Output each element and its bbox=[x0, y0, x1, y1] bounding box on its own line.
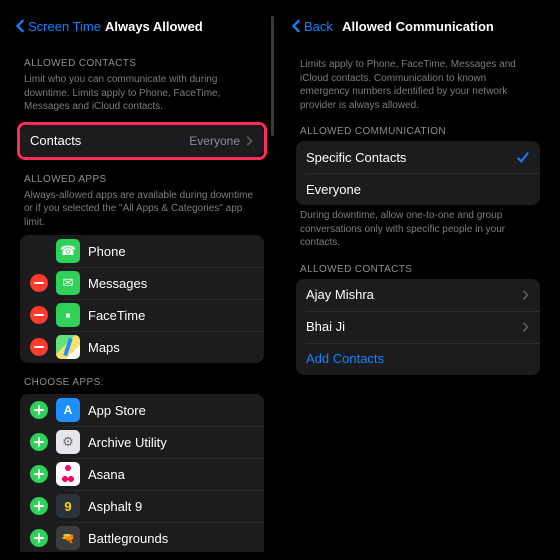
section-header-allowed-contacts: ALLOWED CONTACTS bbox=[300, 264, 536, 275]
nav-bar: Back Allowed Communication bbox=[284, 8, 552, 44]
allowed-apps-list: Phone Messages FaceTime Maps bbox=[20, 235, 264, 363]
add-icon[interactable] bbox=[30, 465, 48, 483]
allowed-contacts-list: Ajay Mishra Bhai Ji Add Contacts bbox=[296, 279, 540, 375]
app-label: Battlegrounds bbox=[88, 531, 254, 546]
option-label: Everyone bbox=[306, 182, 530, 197]
add-contacts-button[interactable]: Add Contacts bbox=[296, 343, 540, 375]
chevron-right-icon bbox=[244, 136, 254, 146]
app-icon bbox=[56, 335, 80, 359]
back-button[interactable]: Back bbox=[290, 19, 333, 34]
app-label: Asphalt 9 bbox=[88, 499, 254, 514]
contact-name: Ajay Mishra bbox=[306, 287, 520, 302]
add-icon[interactable] bbox=[30, 497, 48, 515]
checkmark-icon bbox=[516, 150, 530, 164]
choose-apps-list: App Store Archive Utility Asana Asphalt 9 Ba… bbox=[20, 394, 264, 552]
communication-options-list: Specific Contacts Everyone bbox=[296, 141, 540, 205]
app-label: FaceTime bbox=[88, 308, 254, 323]
app-icon bbox=[56, 494, 80, 518]
section-footer-allowed-apps: Always-allowed apps are available during… bbox=[24, 189, 260, 230]
chevron-right-icon bbox=[520, 290, 530, 300]
section-header-choose-apps: CHOOSE APPS: bbox=[24, 377, 260, 388]
app-label: Messages bbox=[88, 276, 254, 291]
app-label: Asana bbox=[88, 467, 254, 482]
screen-always-allowed: Screen Time Always Allowed ALLOWED CONTA… bbox=[8, 8, 276, 552]
communication-option[interactable]: Specific Contacts bbox=[296, 141, 540, 173]
contact-name: Bhai Ji bbox=[306, 319, 520, 334]
app-icon bbox=[56, 271, 80, 295]
app-label: Maps bbox=[88, 340, 254, 355]
app-icon bbox=[56, 430, 80, 454]
allowed-app-row[interactable]: Messages bbox=[20, 267, 264, 299]
app-icon bbox=[56, 526, 80, 550]
add-icon[interactable] bbox=[30, 529, 48, 547]
contacts-row-value: Everyone bbox=[189, 134, 240, 148]
back-button[interactable]: Screen Time bbox=[14, 19, 101, 34]
contact-row[interactable]: Bhai Ji bbox=[296, 311, 540, 343]
contact-row[interactable]: Ajay Mishra bbox=[296, 279, 540, 311]
chevron-left-icon bbox=[290, 19, 304, 33]
nav-bar: Screen Time Always Allowed bbox=[8, 8, 276, 44]
app-label: Phone bbox=[88, 244, 254, 259]
choose-app-row[interactable]: Archive Utility bbox=[20, 426, 264, 458]
chevron-left-icon bbox=[14, 19, 28, 33]
remove-icon[interactable] bbox=[30, 274, 48, 292]
back-label: Screen Time bbox=[28, 19, 101, 34]
page-title: Always Allowed bbox=[105, 19, 203, 34]
highlight-annotation: Contacts Everyone bbox=[17, 122, 267, 160]
section-header-allowed-communication: ALLOWED COMMUNICATION bbox=[300, 126, 536, 137]
choose-app-row[interactable]: App Store bbox=[20, 394, 264, 426]
app-label: Archive Utility bbox=[88, 435, 254, 450]
allowed-app-row[interactable]: Maps bbox=[20, 331, 264, 363]
remove-icon[interactable] bbox=[30, 338, 48, 356]
section-footer-allowed-contacts: Limit who you can communicate with durin… bbox=[24, 73, 260, 114]
contacts-row-label: Contacts bbox=[30, 133, 189, 148]
section-footer-allowed-communication: During downtime, allow one-to-one and gr… bbox=[300, 209, 536, 250]
chevron-right-icon bbox=[520, 322, 530, 332]
contacts-row[interactable]: Contacts Everyone bbox=[20, 125, 264, 157]
app-icon bbox=[56, 303, 80, 327]
choose-app-row[interactable]: Asphalt 9 bbox=[20, 490, 264, 522]
allowed-app-row[interactable]: FaceTime bbox=[20, 299, 264, 331]
choose-app-row[interactable]: Battlegrounds bbox=[20, 522, 264, 552]
add-contacts-label: Add Contacts bbox=[306, 351, 530, 366]
intro-text: Limits apply to Phone, FaceTime, Message… bbox=[300, 58, 536, 112]
remove-icon[interactable] bbox=[30, 306, 48, 324]
add-icon[interactable] bbox=[30, 401, 48, 419]
communication-option[interactable]: Everyone bbox=[296, 173, 540, 205]
allowed-app-row[interactable]: Phone bbox=[20, 235, 264, 267]
back-label: Back bbox=[304, 19, 333, 34]
app-label: App Store bbox=[88, 403, 254, 418]
section-header-allowed-apps: ALLOWED APPS bbox=[24, 174, 260, 185]
add-icon[interactable] bbox=[30, 433, 48, 451]
app-icon bbox=[56, 398, 80, 422]
page-title: Allowed Communication bbox=[342, 19, 494, 34]
section-header-allowed-contacts: ALLOWED CONTACTS bbox=[24, 58, 260, 69]
option-label: Specific Contacts bbox=[306, 150, 516, 165]
choose-app-row[interactable]: Asana bbox=[20, 458, 264, 490]
app-icon bbox=[56, 239, 80, 263]
app-icon bbox=[56, 462, 80, 486]
screen-allowed-communication: Back Allowed Communication Limits apply … bbox=[284, 8, 552, 552]
